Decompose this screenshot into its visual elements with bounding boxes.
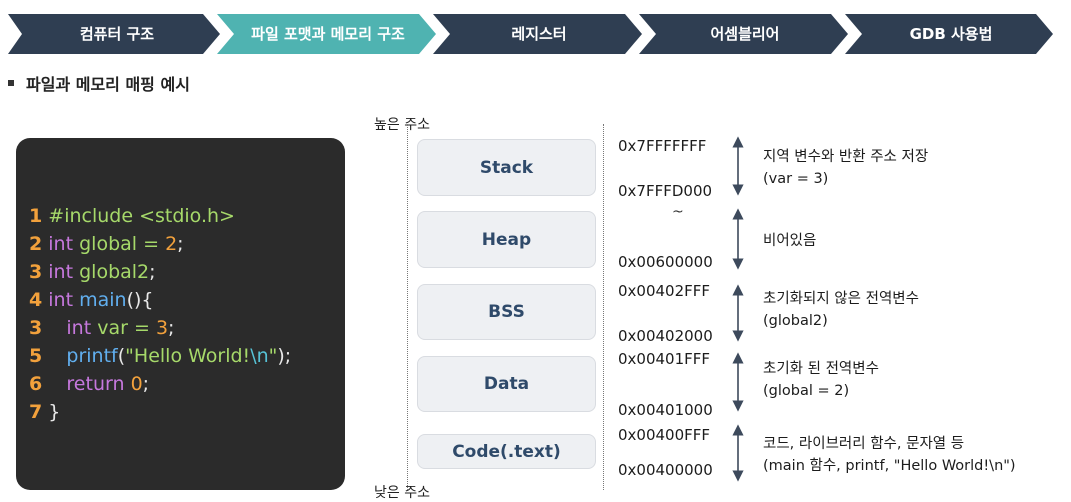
- segment-code: Code(.text): [417, 434, 596, 469]
- line-number: 7: [29, 401, 43, 423]
- description-data: 초기화 된 전역변수 (global = 2): [763, 358, 879, 402]
- segment-bss: BSS: [417, 284, 596, 340]
- left-boundary-line: [407, 124, 408, 490]
- right-boundary-line: [603, 124, 604, 490]
- address-data-bottom: 0x00401000: [618, 401, 713, 419]
- description-stack-line-2: (var = 3): [763, 171, 829, 187]
- section-heading: 파일과 메모리 매핑 예시: [8, 71, 190, 95]
- code-line: 3 int global2;: [29, 261, 156, 283]
- range-arrows: [732, 136, 744, 482]
- address-code-top: 0x00400FFF: [618, 426, 711, 444]
- segment-data: Data: [417, 356, 596, 412]
- address-bss-bottom: 0x00402000: [618, 327, 713, 345]
- line-number: 2: [29, 233, 43, 255]
- description-code: 코드, 라이브러리 함수, 문자열 등 (main 함수, printf, "H…: [763, 433, 1016, 477]
- code-line: 1 #include <stdio.h>: [29, 202, 291, 230]
- description-data-line-1: 초기화 된 전역변수: [763, 361, 879, 377]
- code-panel: 1 #include <stdio.h> 2 int global = 2; 3 i…: [16, 138, 345, 490]
- section-title: 파일과 메모리 매핑 예시: [26, 75, 190, 94]
- segment-stack: Stack: [417, 139, 596, 196]
- description-stack: 지역 변수와 반환 주소 저장 (var = 3): [763, 146, 928, 190]
- description-heap-line-1: 비어있음: [763, 233, 817, 249]
- address-gap-tilde: ~: [672, 204, 684, 220]
- code-line: 3 int var = 3;: [29, 317, 175, 339]
- line-number: 5: [29, 345, 43, 367]
- code-block: 1 #include <stdio.h> 2 int global = 2; 3 i…: [29, 202, 291, 426]
- description-code-line-1: 코드, 라이브러리 함수, 문자열 등: [763, 436, 965, 452]
- description-code-line-2: (main 함수, printf, "Hello World!\n"): [763, 458, 1016, 474]
- code-line: 5 printf("Hello World!\n");: [29, 345, 292, 367]
- description-bss-line-2: (global2): [763, 313, 828, 329]
- breadcrumb-item-computer-architecture[interactable]: 컴퓨터 구조: [22, 14, 212, 54]
- breadcrumb-item-file-format-memory[interactable]: 파일 포맷과 메모리 구조: [230, 14, 426, 54]
- square-bullet-icon: [8, 80, 14, 86]
- address-stack-top: 0x7FFFFFFF: [618, 137, 707, 155]
- description-stack-line-1: 지역 변수와 반환 주소 저장: [763, 149, 929, 165]
- breadcrumb-item-assembly[interactable]: 어셈블리어: [652, 14, 838, 54]
- code-text: #include <stdio.h>: [48, 205, 235, 227]
- code-line: 4 int main(){: [29, 289, 154, 311]
- description-heap: 비어있음: [763, 230, 816, 252]
- line-number: 4: [29, 289, 43, 311]
- breadcrumb-item-gdb[interactable]: GDB 사용법: [858, 14, 1044, 54]
- address-heap-bottom: 0x00600000: [618, 253, 713, 271]
- breadcrumb-item-registers[interactable]: 레지스터: [446, 14, 632, 54]
- segment-heap: Heap: [417, 211, 596, 268]
- description-bss-line-1: 초기화되지 않은 전역변수: [763, 291, 919, 307]
- breadcrumb: 컴퓨터 구조 파일 포맷과 메모리 구조 레지스터 어셈블리어 GDB 사용법: [8, 14, 1053, 54]
- description-data-line-2: (global = 2): [763, 383, 850, 399]
- high-address-label: 높은 주소: [374, 117, 430, 133]
- line-number: 3: [29, 317, 43, 339]
- address-code-bottom: 0x00400000: [618, 461, 713, 479]
- line-number: 6: [29, 373, 43, 395]
- address-data-top: 0x00401FFF: [618, 350, 711, 368]
- address-stack-bottom: 0x7FFFD000: [618, 182, 713, 200]
- line-number: 3: [29, 261, 43, 283]
- code-line: 2 int global = 2;: [29, 233, 184, 255]
- code-line: 6 return 0;: [29, 373, 150, 395]
- low-address-label: 낮은 주소: [374, 485, 430, 501]
- code-line: 7 }: [29, 401, 61, 423]
- address-bss-top: 0x00402FFF: [618, 282, 711, 300]
- line-number: 1: [29, 205, 43, 227]
- description-bss: 초기화되지 않은 전역변수 (global2): [763, 288, 919, 332]
